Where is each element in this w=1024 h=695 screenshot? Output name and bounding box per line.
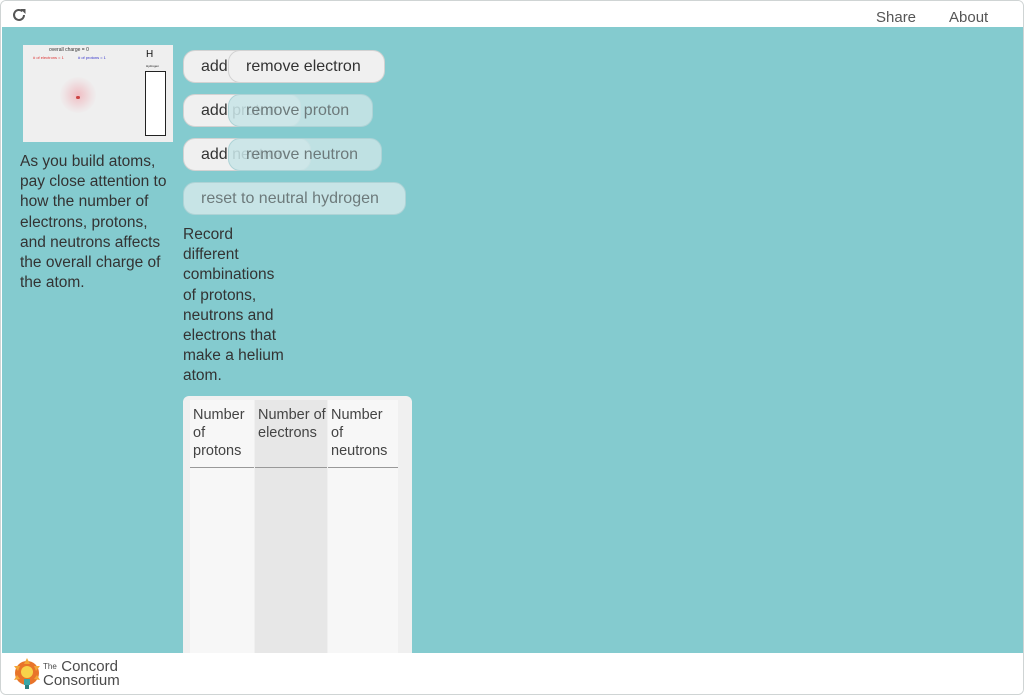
remove-proton-button[interactable]: remove proton [228,94,373,127]
concord-logo-icon[interactable] [11,657,43,693]
share-link[interactable]: Share [876,9,916,26]
logo-line2: Consortium [43,672,120,689]
reload-icon[interactable] [11,7,27,23]
element-card [145,71,166,136]
neutrons-column[interactable]: Number of neutrons [328,400,398,694]
logo-the: The [43,662,57,671]
remove-electron-button[interactable]: remove electron [228,50,385,83]
element-symbol: H [146,49,154,60]
intro-text: As you build atoms, pay close attention … [20,153,167,292]
remove-neutron-button[interactable]: remove neutron [228,138,382,171]
electrons-header: Number of electrons [258,407,326,441]
header-divider [190,467,254,468]
proton-count-text: # of protons = 1 [78,55,106,60]
data-table: Number of protons Number of electrons Nu… [183,396,412,694]
electrons-column[interactable]: Number of electrons [255,400,327,694]
app-frame: Share About overall charge = 0 # of elec… [0,0,1024,695]
overall-charge-text: overall charge = 0 [49,47,89,53]
concord-logo-text[interactable]: The Concord Consortium [43,659,120,689]
protons-column[interactable]: Number of protons [190,400,254,694]
footer [2,653,1023,694]
nucleus [76,96,80,99]
atom-builder-thumbnail[interactable]: overall charge = 0 # of electrons = 1 # … [23,45,173,142]
electron-cloud [60,77,96,113]
record-instructions: Record different combinations of protons… [183,226,284,385]
header-divider [328,467,398,468]
about-link[interactable]: About [949,9,988,26]
reset-button[interactable]: reset to neutral hydrogen [183,182,406,215]
element-name: Hydrogen [146,64,160,68]
electron-count-text: # of electrons = 1 [33,55,64,60]
neutrons-header: Number of neutrons [331,407,388,459]
protons-header: Number of protons [193,407,245,459]
header-divider [255,467,327,468]
top-bar: Share About [1,1,1023,27]
